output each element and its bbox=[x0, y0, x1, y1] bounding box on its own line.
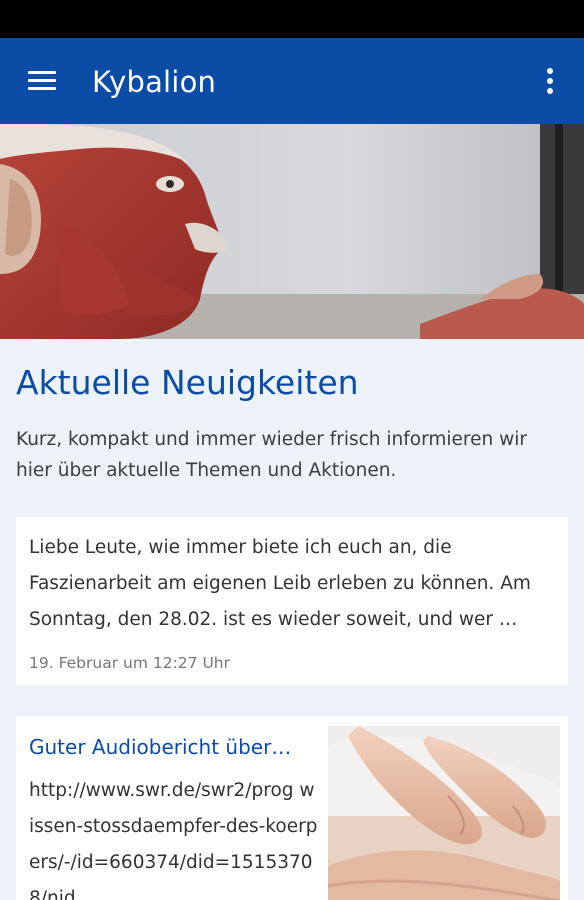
news-card-excerpt: http://www.swr.de/swr2/prog wissen-stoss… bbox=[29, 780, 318, 900]
status-bar bbox=[0, 0, 584, 38]
news-card-date: 19. Februar um 12:27 Uhr bbox=[29, 654, 231, 672]
hamburger-menu-icon[interactable] bbox=[20, 62, 64, 100]
section-description: Kurz, kompakt und immer wieder frisch in… bbox=[16, 429, 527, 481]
news-card[interactable]: Liebe Leute, wie immer biete ich euch an… bbox=[16, 517, 568, 685]
hero-image bbox=[0, 124, 584, 339]
news-card-title[interactable]: Guter Audiobericht über… bbox=[29, 732, 314, 762]
app-title: Kybalion bbox=[92, 65, 217, 99]
section-title: Aktuelle Neuigkeiten bbox=[16, 363, 359, 402]
app-bar: Kybalion bbox=[0, 38, 584, 124]
news-card[interactable]: Guter Audiobericht über… http://www.swr.… bbox=[16, 716, 568, 900]
more-vert-icon[interactable] bbox=[536, 64, 564, 98]
news-card-image bbox=[328, 726, 560, 900]
news-card-excerpt: Liebe Leute, wie immer biete ich euch an… bbox=[29, 537, 531, 630]
